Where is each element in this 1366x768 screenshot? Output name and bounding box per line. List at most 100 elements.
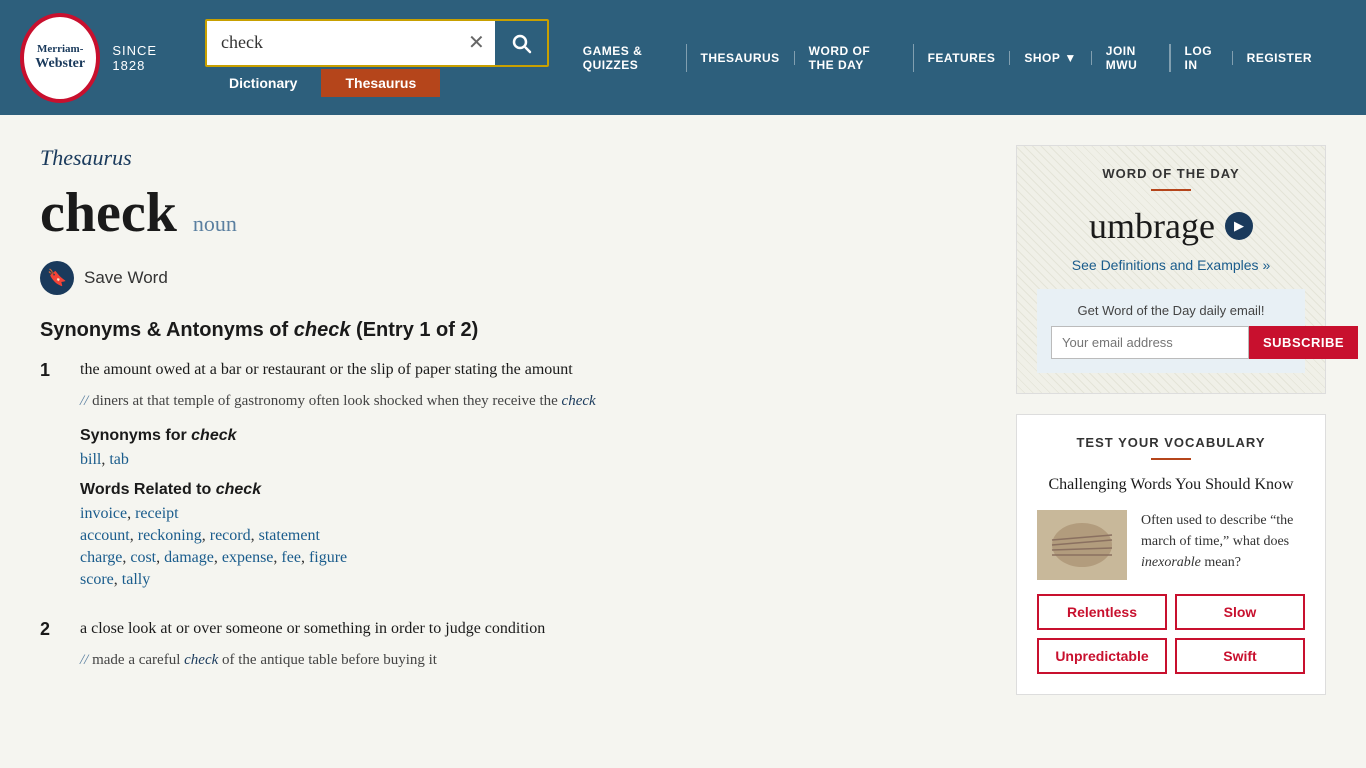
synonym-tab[interactable]: tab [109,451,129,468]
search-input[interactable]: check [207,32,458,53]
related-words-1: invoice, receipt account, reckoning, rec… [80,505,986,589]
example-2: // made a careful check of the antique t… [80,649,986,672]
word-heading: check noun [40,181,986,245]
related-expense[interactable]: expense [222,549,274,566]
related-reckoning[interactable]: reckoning [138,527,202,544]
related-invoice[interactable]: invoice [80,505,127,522]
wotd-divider [1151,189,1191,191]
def-text-2: a close look at or over someone or somet… [80,617,986,641]
bookmark-icon: 🔖 [40,261,74,295]
related-statement[interactable]: statement [259,527,320,544]
def-text-1: the amount owed at a bar or restaurant o… [80,358,986,382]
tab-dictionary[interactable]: Dictionary [205,69,321,97]
related-label-1: Words Related to check [80,481,986,499]
related-damage[interactable]: damage [164,549,214,566]
synonym-bill[interactable]: bill [80,451,101,468]
since-text: SINCE 1828 [112,43,185,73]
synonyms-list-1: bill, tab [80,451,986,469]
def-content-1: the amount owed at a bar or restaurant o… [80,358,986,593]
example-end-2: of the antique table before buying it [222,652,437,668]
main-container: Thesaurus check noun 🔖 Save Word Synonym… [0,115,1366,739]
example-1: // diners at that temple of gastronomy o… [80,390,986,413]
related-charge[interactable]: charge [80,549,122,566]
email-form: SUBSCRIBE [1051,326,1291,359]
email-input[interactable] [1051,326,1249,359]
search-button[interactable] [495,21,547,65]
def-content-2: a close look at or over someone or somet… [80,617,986,686]
related-score[interactable]: score [80,571,114,588]
nav-thesaurus[interactable]: THESAURUS [687,51,795,65]
answer-buttons: Relentless Slow Unpredictable Swift [1037,594,1305,674]
content-area: Thesaurus check noun 🔖 Save Word Synonym… [40,145,986,709]
answer-slow[interactable]: Slow [1175,594,1305,630]
audio-icon: ▶ [1234,218,1244,234]
main-nav: GAMES & QUIZZES THESAURUS WORD OF THE DA… [569,44,1326,72]
vocab-image-svg [1037,510,1127,580]
vocab-question: Challenging Words You Should Know [1037,474,1305,496]
example-word-2: check [184,652,218,668]
tab-thesaurus[interactable]: Thesaurus [321,69,440,97]
wotd-see-link[interactable]: See Definitions and Examples » [1072,257,1270,273]
example-text-2: made a careful [92,652,184,668]
search-clear-button[interactable]: ✕ [458,30,495,55]
vocab-title: TEST YOUR VOCABULARY [1037,435,1305,450]
nav-join-mwu[interactable]: JOIN MWU [1092,44,1170,72]
example-text-1: diners at that temple of gastronomy ofte… [92,393,561,409]
main-word: check [40,181,177,245]
def-number-2: 2 [40,619,60,686]
entry-heading-word: check [294,319,351,341]
audio-button[interactable]: ▶ [1225,212,1253,240]
synonyms-label-1: Synonyms for check [80,427,986,445]
vocab-image [1037,510,1127,580]
related-tally[interactable]: tally [122,571,150,588]
related-account[interactable]: account [80,527,130,544]
bookmark-symbol: 🔖 [47,268,67,288]
def-number-1: 1 [40,360,60,593]
logo-area: Merriam- Webster SINCE 1828 [20,13,185,103]
related-fee[interactable]: fee [281,549,301,566]
entry-heading-text: Synonyms & Antonyms of [40,319,288,341]
pos-label: noun [193,211,237,237]
related-figure[interactable]: figure [309,549,347,566]
related-receipt[interactable]: receipt [135,505,179,522]
search-bar: check ✕ [205,19,549,67]
nav-log-in[interactable]: LOG IN [1170,44,1232,72]
sidebar: WORD OF THE DAY umbrage ▶ See Definition… [1016,145,1326,709]
vocab-card: TEST YOUR VOCABULARY Challenging Words Y… [1016,414,1326,695]
related-row-4: score, tally [80,571,986,589]
search-icon [509,31,533,55]
definition-1: 1 the amount owed at a bar or restaurant… [40,358,986,593]
vocab-divider [1151,458,1191,460]
answer-swift[interactable]: Swift [1175,638,1305,674]
related-cost[interactable]: cost [130,549,156,566]
related-row-3: charge, cost, damage, expense, fee, figu… [80,549,986,567]
entry-heading: Synonyms & Antonyms of check (Entry 1 of… [40,319,986,342]
wotd-email-label: Get Word of the Day daily email! [1051,303,1291,318]
answer-unpredictable[interactable]: Unpredictable [1037,638,1167,674]
nav-shop[interactable]: SHOP ▼ [1010,51,1091,65]
nav-games-quizzes[interactable]: GAMES & QUIZZES [569,44,687,72]
logo[interactable]: Merriam- Webster [20,13,100,103]
wotd-word: umbrage ▶ [1037,205,1305,247]
wotd-email-section: Get Word of the Day daily email! SUBSCRI… [1037,289,1305,373]
save-word-button[interactable]: 🔖 Save Word [40,261,986,295]
example-word-1: check [562,393,596,409]
page-label: Thesaurus [40,145,986,171]
vocab-desc: Often used to describe “the march of tim… [1141,510,1305,580]
wotd-title: WORD OF THE DAY [1037,166,1305,181]
nav-register[interactable]: REGISTER [1232,51,1326,65]
nav-word-of-the-day[interactable]: WORD OF THE DAY [795,44,914,72]
nav-features[interactable]: FEATURES [914,51,1011,65]
subscribe-button[interactable]: SUBSCRIBE [1249,326,1358,359]
wotd-card: WORD OF THE DAY umbrage ▶ See Definition… [1016,145,1326,394]
search-area: check ✕ Dictionary Thesaurus [205,19,549,97]
logo-merriam: Merriam- [37,43,83,56]
example-slash-1: // [80,393,88,409]
answer-relentless[interactable]: Relentless [1037,594,1167,630]
related-row-1: invoice, receipt [80,505,986,523]
definition-2: 2 a close look at or over someone or som… [40,617,986,686]
save-word-text: Save Word [84,268,168,288]
example-slash-2: // [80,652,88,668]
tab-bar: Dictionary Thesaurus [205,69,549,97]
related-record[interactable]: record [210,527,251,544]
